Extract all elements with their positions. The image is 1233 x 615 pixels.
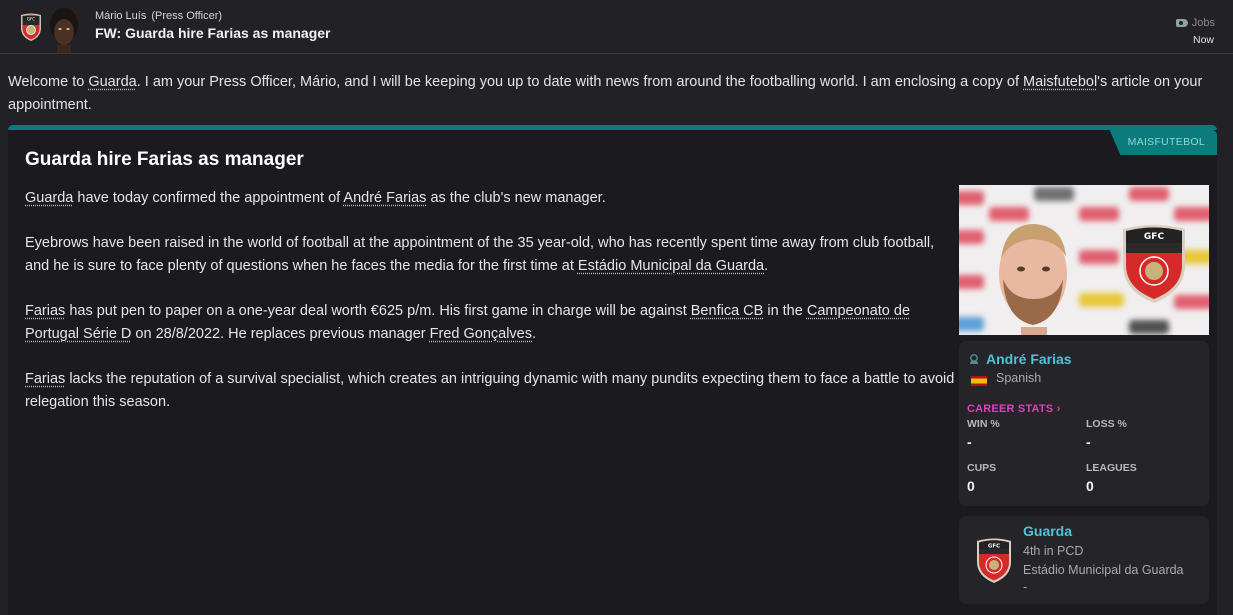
- stat-value-loss: -: [1086, 434, 1091, 450]
- background-sponsor-board: [959, 230, 984, 244]
- stat-value-win: -: [967, 434, 972, 450]
- background-sponsor-board: [1174, 207, 1209, 221]
- manager-link[interactable]: André Farias: [343, 190, 426, 206]
- background-sponsor-board: [1034, 187, 1074, 201]
- club-info-card: GFC Guarda 4th in PCD Estádio Municipal …: [959, 516, 1209, 604]
- news-article-card: MAISFUTEBOL Guarda hire Farias as manage…: [8, 125, 1217, 615]
- intro-text-part: Welcome to: [8, 74, 89, 90]
- person-icon: [970, 354, 978, 364]
- career-stats-link[interactable]: CAREER STATS ›: [967, 403, 1060, 415]
- press-officer-avatar[interactable]: [47, 7, 81, 53]
- background-sponsor-board: [959, 275, 984, 289]
- svg-text:GFC: GFC: [1144, 232, 1165, 242]
- opponent-link[interactable]: Benfica CB: [691, 303, 764, 319]
- paragraph-text: in the: [763, 302, 807, 319]
- article-title: Guarda hire Farias as manager: [25, 149, 304, 170]
- svg-text:GFC: GFC: [27, 16, 35, 21]
- sender-line: Mário Luís (Press Officer): [95, 10, 222, 22]
- sender-name[interactable]: Mário Luís: [95, 10, 146, 22]
- paragraph-text: Eyebrows have been raised in the world o…: [25, 234, 935, 275]
- club-league-position: 4th in PCD: [1023, 544, 1084, 558]
- background-sponsor-board: [1129, 187, 1169, 201]
- club-link[interactable]: Guarda: [88, 74, 136, 90]
- background-sponsor-board: [1079, 293, 1124, 307]
- intro-text: Welcome to Guarda. I am your Press Offic…: [8, 71, 1223, 116]
- message-subject: FW: Guarda hire Farias as manager: [95, 25, 331, 41]
- background-sponsor-board: [1079, 207, 1119, 221]
- stat-label-loss: LOSS %: [1086, 418, 1127, 430]
- stat-value-cups: 0: [967, 478, 975, 494]
- club-link[interactable]: Guarda: [25, 190, 73, 206]
- manager-link[interactable]: Farias: [25, 371, 65, 387]
- paragraph-text: .: [764, 258, 769, 274]
- paragraph-text: has put pen to paper on a one-year deal …: [65, 302, 691, 319]
- svg-text:GFC: GFC: [988, 544, 1000, 550]
- article-paragraph: Eyebrows have been raised in the world o…: [25, 232, 960, 279]
- club-badge-icon[interactable]: GFC: [19, 12, 43, 42]
- manager-info-card: André Farias Spanish CAREER STATS › WIN …: [959, 341, 1209, 506]
- intro-text-part: . I am your Press Officer, Mário, and I …: [136, 74, 1024, 90]
- paragraph-text: have today confirmed the appointment of: [73, 190, 344, 206]
- paragraph-text: on 28/8/2022. He replaces previous manag…: [131, 326, 430, 342]
- stat-value-leagues: 0: [1086, 478, 1094, 494]
- manager-name-link[interactable]: André Farias: [986, 351, 1072, 367]
- message-header: GFC Mário Luís (Press Officer) FW: Guarda…: [0, 0, 1233, 54]
- background-sponsor-board: [1129, 320, 1169, 334]
- background-sponsor-board: [959, 191, 984, 205]
- spain-flag-icon: [971, 376, 987, 386]
- article-paragraph: Farias has put pen to paper on a one-yea…: [25, 300, 960, 347]
- paragraph-text: as the club's new manager.: [426, 190, 606, 206]
- stat-label-leagues: LEAGUES: [1086, 462, 1137, 474]
- stadium-link[interactable]: Estádio Municipal da Guarda: [578, 258, 764, 274]
- article-body: Guarda have today confirmed the appointm…: [25, 187, 960, 436]
- manager-nationality: Spanish: [996, 371, 1042, 385]
- club-name-link[interactable]: Guarda: [1023, 523, 1072, 539]
- previous-manager-link[interactable]: Fred Gonçalves: [430, 326, 532, 342]
- club-badge-icon[interactable]: GFC: [975, 536, 1013, 584]
- club-stadium: Estádio Municipal da Guarda: [1023, 563, 1184, 577]
- tag-icon: [1175, 19, 1188, 27]
- stat-label-cups: CUPS: [967, 462, 997, 474]
- paragraph-text: lacks the reputation of a survival speci…: [25, 370, 955, 411]
- background-sponsor-board: [1079, 250, 1119, 264]
- message-category: Jobs: [1175, 17, 1215, 29]
- article-paragraph: Guarda have today confirmed the appointm…: [25, 187, 960, 211]
- sender-role: (Press Officer): [151, 10, 223, 22]
- manager-face-icon: [999, 224, 1067, 335]
- manager-photo: GFC: [959, 185, 1209, 335]
- message-time: Now: [1192, 34, 1214, 46]
- background-sponsor-board: [959, 317, 984, 331]
- club-crest-icon: GFC: [1123, 225, 1185, 303]
- article-source-tab[interactable]: MAISFUTEBOL: [1109, 130, 1217, 155]
- media-source-link[interactable]: Maisfutebol: [1023, 74, 1097, 90]
- paragraph-text: .: [532, 326, 537, 342]
- article-paragraph: Farias lacks the reputation of a surviva…: [25, 368, 960, 415]
- manager-link[interactable]: Farias: [25, 303, 65, 319]
- club-extra-info: -: [1023, 580, 1028, 594]
- stat-label-win: WIN %: [967, 418, 1000, 430]
- category-label: Jobs: [1191, 17, 1215, 29]
